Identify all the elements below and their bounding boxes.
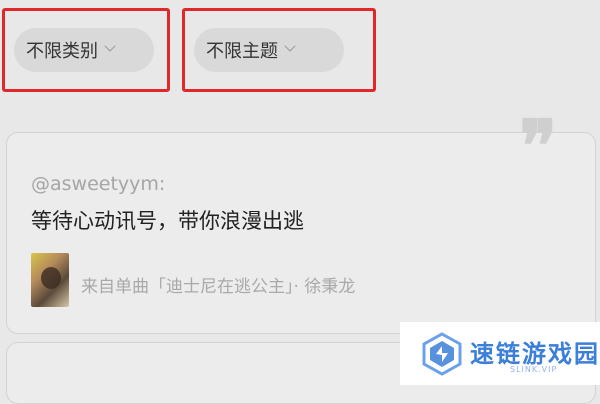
- theme-filter-label: 不限主题: [206, 41, 278, 62]
- quote-author[interactable]: @asweetyym:: [31, 173, 165, 195]
- quote-text: 等待心动讯号，带你浪漫出逃: [31, 209, 304, 233]
- theme-filter-dropdown[interactable]: 不限主题: [194, 28, 344, 72]
- watermark-subtitle: SLINK.VIP: [510, 365, 558, 374]
- quote-card[interactable]: ❞ @asweetyym: 等待心动讯号，带你浪漫出逃 来自单曲「迪士尼在逃公主…: [6, 111, 596, 334]
- site-logo-icon: [422, 332, 462, 376]
- song-source[interactable]: 来自单曲「迪士尼在逃公主」· 徐秉龙: [81, 272, 355, 297]
- chevron-down-icon: [286, 42, 296, 52]
- album-cover-thumbnail[interactable]: [31, 253, 69, 307]
- site-watermark: 速链游戏园 SLINK.VIP: [400, 322, 600, 385]
- quote-icon: ❞: [519, 104, 557, 187]
- chevron-down-icon: [106, 42, 116, 52]
- category-filter-dropdown[interactable]: 不限类别: [14, 28, 154, 72]
- category-filter-label: 不限类别: [26, 41, 98, 62]
- watermark-name: 速链游戏园: [470, 340, 600, 368]
